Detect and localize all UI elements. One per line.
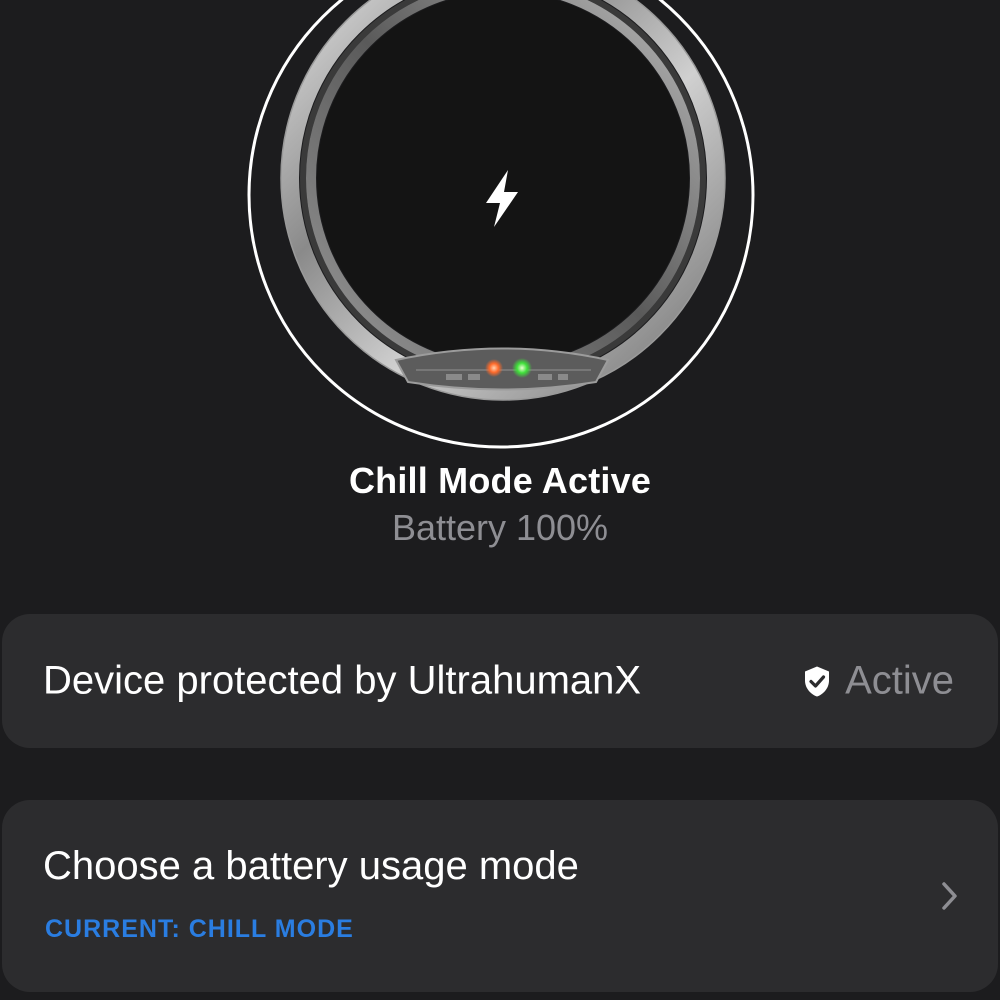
red-led [485, 359, 503, 377]
smart-ring-image [246, 0, 756, 452]
protection-status: Active [803, 659, 954, 704]
protection-label: Device protected by UltrahumanX [43, 658, 642, 703]
current-mode-label: CURRENT: CHILL MODE [45, 915, 354, 943]
mode-status-title: Chill Mode Active [348, 460, 652, 501]
shield-check-icon [803, 665, 831, 697]
protection-card[interactable]: Device protected by UltrahumanX Active [2, 614, 998, 748]
green-led [512, 358, 532, 378]
chevron-right-icon[interactable] [940, 880, 960, 912]
device-screen: Chill Mode Active Battery 100% Device pr… [0, 0, 1000, 1000]
battery-mode-label: Choose a battery usage mode [43, 844, 579, 888]
battery-mode-card[interactable]: Choose a battery usage mode CURRENT: CHI… [2, 800, 998, 992]
protection-status-text: Active [845, 658, 954, 703]
battery-level: Battery 100% [391, 507, 609, 548]
